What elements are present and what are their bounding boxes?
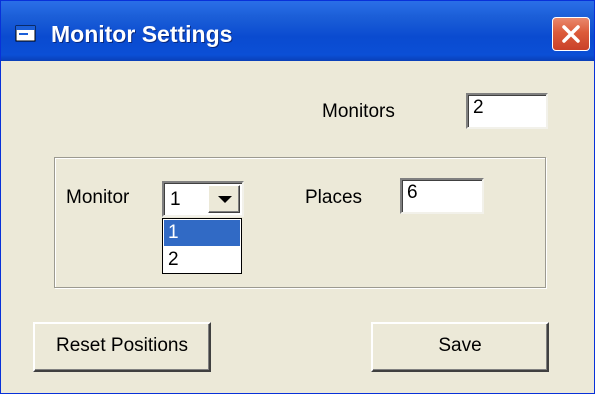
monitor-option[interactable]: 1 (164, 220, 240, 246)
monitor-group-frame (54, 157, 546, 288)
dropdown-button[interactable] (208, 185, 240, 213)
close-button[interactable] (552, 17, 590, 51)
close-icon (562, 25, 580, 43)
window-icon (15, 25, 37, 43)
places-input[interactable]: 6 (400, 178, 484, 214)
monitor-select-value: 1 (170, 189, 181, 210)
save-button[interactable]: Save (371, 322, 549, 372)
chevron-down-icon (218, 196, 232, 203)
monitor-label: Monitor (66, 187, 130, 208)
reset-positions-button[interactable]: Reset Positions (33, 322, 211, 372)
monitor-option[interactable]: 2 (164, 247, 240, 273)
monitor-dropdown-list: 1 2 (162, 218, 242, 274)
monitors-label: Monitors (322, 101, 395, 122)
window-title: Monitor Settings (51, 21, 233, 47)
monitor-settings-window: Monitor Settings Monitors 2 Monitor 1 1 … (0, 0, 595, 394)
title-bar[interactable]: Monitor Settings (1, 1, 594, 61)
places-label: Places (305, 187, 363, 208)
monitors-input[interactable]: 2 (466, 93, 548, 129)
monitor-select[interactable]: 1 (162, 181, 244, 217)
